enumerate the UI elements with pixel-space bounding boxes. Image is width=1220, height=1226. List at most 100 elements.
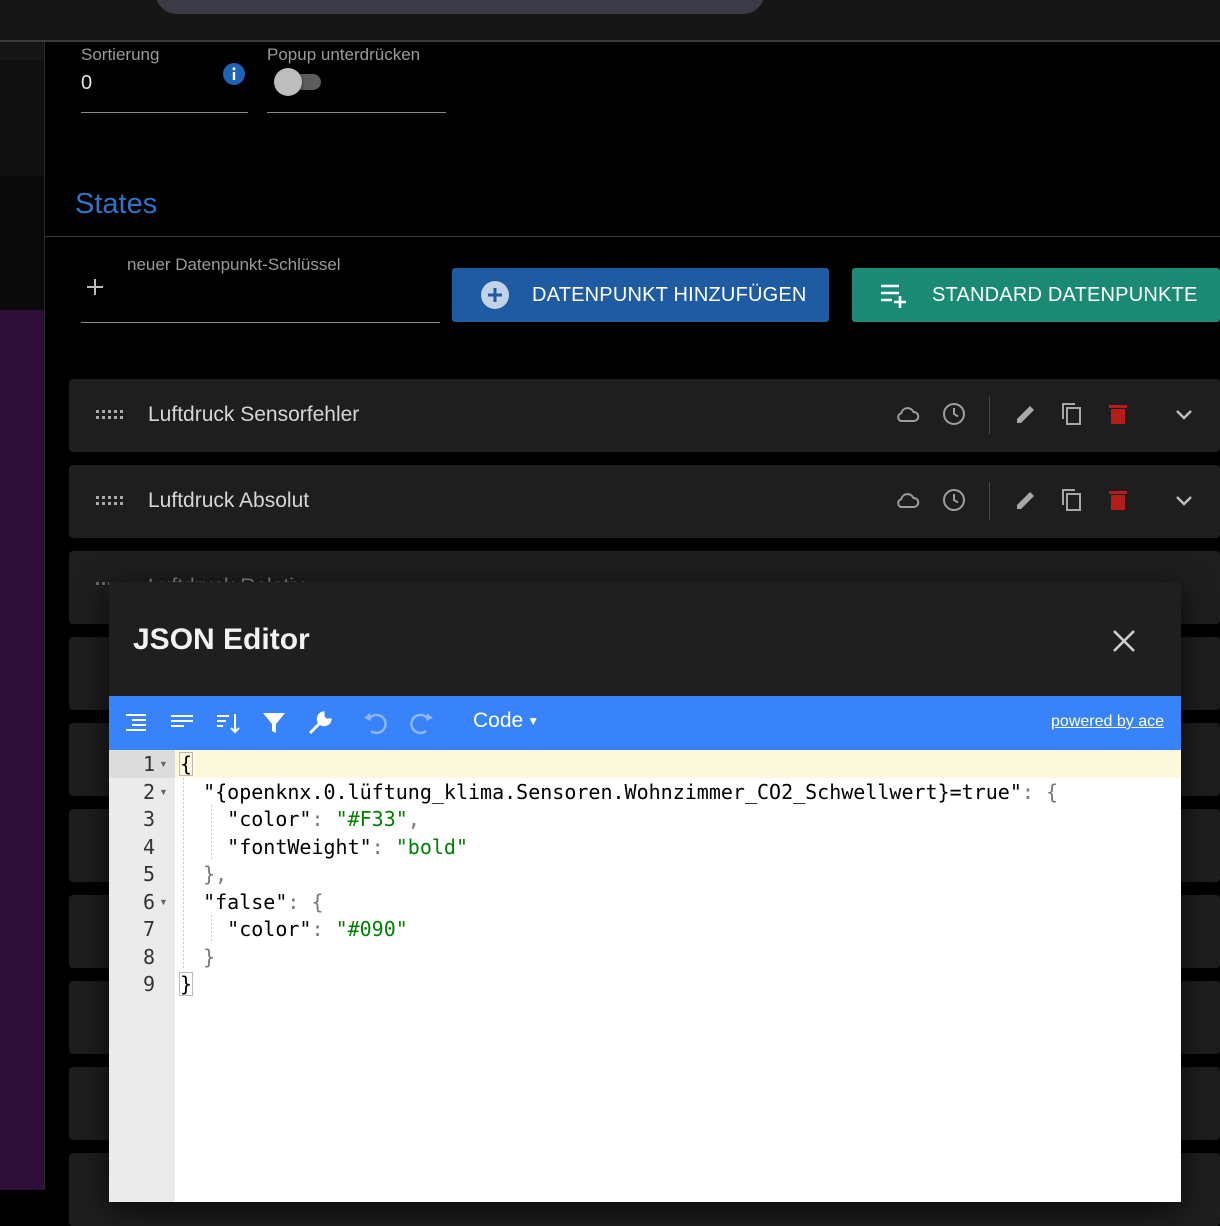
code-line: "false": {	[179, 888, 324, 916]
powered-by-link[interactable]: powered by ace	[1051, 713, 1164, 731]
info-icon[interactable]	[222, 62, 246, 86]
section-divider	[44, 236, 1220, 237]
sort-icon[interactable]	[214, 709, 242, 737]
code-line: "color": "#090"	[179, 915, 408, 943]
caret-down-icon: ▼	[527, 714, 540, 729]
line-number: 6	[142, 890, 155, 914]
line-number: 4	[142, 835, 155, 859]
redo-icon[interactable]	[408, 709, 436, 737]
standard-datapoints-label: STANDARD DATENPUNKTE	[932, 283, 1198, 306]
code-token: :	[311, 807, 336, 831]
editor-toolbar: Code ▼ powered by ace	[109, 696, 1181, 750]
sort-underline	[81, 112, 248, 113]
undo-icon[interactable]	[361, 709, 389, 737]
code-token: "bold"	[395, 835, 469, 859]
state-row[interactable]: Luftdruck Sensorfehler	[69, 379, 1220, 452]
code-line: },	[179, 860, 227, 888]
left-sidebar	[0, 42, 45, 1190]
code-line: "color": "#F33",	[179, 805, 420, 833]
line-number: 8	[142, 945, 155, 969]
code-token: :	[371, 835, 396, 859]
compact-icon[interactable]	[168, 709, 196, 737]
action-divider	[989, 396, 990, 434]
chevron-down-icon[interactable]	[1171, 487, 1197, 513]
delete-icon[interactable]	[1105, 487, 1131, 513]
state-row-title: Luftdruck Absolut	[148, 489, 310, 512]
standard-datapoints-button[interactable]: STANDARD DATENPUNKTE	[852, 268, 1220, 322]
close-icon[interactable]	[1109, 626, 1139, 656]
code-token: "color"	[227, 917, 312, 941]
sort-label: Sortierung	[81, 45, 160, 64]
code-token: "#F33"	[335, 807, 408, 831]
fold-arrow-icon[interactable]: ▼	[159, 750, 168, 778]
history-icon[interactable]	[941, 401, 967, 427]
code-token: ,	[407, 807, 420, 831]
code-token: }	[203, 945, 216, 969]
sidebar-highlight	[0, 310, 44, 1190]
active-line-highlight	[175, 750, 1181, 778]
sort-input[interactable]: 0	[81, 72, 92, 95]
line-number: 9	[142, 972, 155, 996]
line-gutter: 1 ▼ 2 ▼ 3 4 5 6 ▼ 7 8 9	[109, 750, 175, 1202]
state-row-title: Luftdruck Sensorfehler	[148, 403, 360, 426]
plus-icon	[87, 279, 103, 295]
state-row[interactable]: Luftdruck Absolut	[69, 465, 1220, 538]
mode-selector[interactable]: Code ▼	[473, 709, 539, 733]
popup-toggle-thumb[interactable]	[274, 68, 302, 96]
sidebar-block[interactable]	[0, 60, 44, 176]
filter-icon[interactable]	[260, 709, 288, 737]
repair-icon[interactable]	[306, 709, 334, 737]
top-search-pill[interactable]	[155, 0, 765, 14]
playlist-add-icon	[881, 284, 906, 308]
code-token: {	[179, 752, 194, 776]
code-line: }	[179, 970, 194, 998]
sidebar-block[interactable]	[0, 176, 44, 310]
code-line: "fontWeight": "bold"	[179, 833, 468, 861]
states-title: States	[75, 188, 158, 220]
fold-arrow-icon[interactable]: ▼	[159, 888, 168, 916]
drag-handle-icon[interactable]	[96, 410, 126, 420]
json-editor-dialog: JSON Editor Code ▼ powered by ace 1 ▼ 2 …	[109, 582, 1181, 1202]
mode-label: Code	[473, 709, 524, 732]
line-number: 7	[142, 917, 155, 941]
code-token: "false"	[203, 890, 288, 914]
copy-icon[interactable]	[1058, 487, 1084, 513]
code-token: "{openknx.0.lüftung_klima.Sensoren.Wohnz…	[203, 780, 1022, 804]
action-divider	[989, 482, 990, 520]
chevron-down-icon[interactable]	[1171, 401, 1197, 427]
code-token: "color"	[227, 807, 312, 831]
add-datapoint-button[interactable]: DATENPUNKT HINZUFÜGEN	[452, 268, 829, 322]
delete-icon[interactable]	[1105, 401, 1131, 427]
add-datapoint-label: DATENPUNKT HINZUFÜGEN	[532, 283, 807, 306]
line-number: 5	[142, 862, 155, 886]
code-token: }	[179, 972, 194, 996]
code-token: : {	[287, 890, 324, 914]
sidebar-block	[0, 42, 44, 60]
code-token: : {	[1021, 780, 1059, 804]
format-icon[interactable]	[122, 709, 150, 737]
add-circle-icon	[481, 281, 509, 309]
new-key-underline	[81, 322, 440, 323]
code-line: }	[179, 943, 215, 971]
json-editor[interactable]: Code ▼ powered by ace 1 ▼ 2 ▼ 3 4 5 6 ▼ 7…	[109, 696, 1181, 1202]
popup-underline	[267, 112, 446, 113]
popup-label: Popup unterdrücken	[267, 45, 421, 64]
cloud-icon[interactable]	[894, 401, 920, 427]
top-bar	[0, 0, 1220, 42]
code-line: "{openknx.0.lüftung_klima.Sensoren.Wohnz…	[179, 778, 1058, 806]
line-number: 2	[142, 780, 155, 804]
drag-handle-icon[interactable]	[96, 496, 126, 506]
copy-icon[interactable]	[1058, 401, 1084, 427]
cloud-icon[interactable]	[894, 487, 920, 513]
history-icon[interactable]	[941, 487, 967, 513]
new-key-input[interactable]: neuer Datenpunkt-Schlüssel	[127, 255, 341, 275]
code-line: {	[179, 750, 194, 778]
dialog-title: JSON Editor	[133, 623, 310, 656]
code-area[interactable]: { "{openknx.0.lüftung_klima.Sensoren.Woh…	[175, 750, 1181, 1202]
code-token: :	[311, 917, 336, 941]
edit-icon[interactable]	[1013, 401, 1039, 427]
line-number: 3	[142, 807, 155, 831]
fold-arrow-icon[interactable]: ▼	[159, 778, 168, 806]
line-number: 1	[142, 752, 155, 776]
edit-icon[interactable]	[1013, 487, 1039, 513]
